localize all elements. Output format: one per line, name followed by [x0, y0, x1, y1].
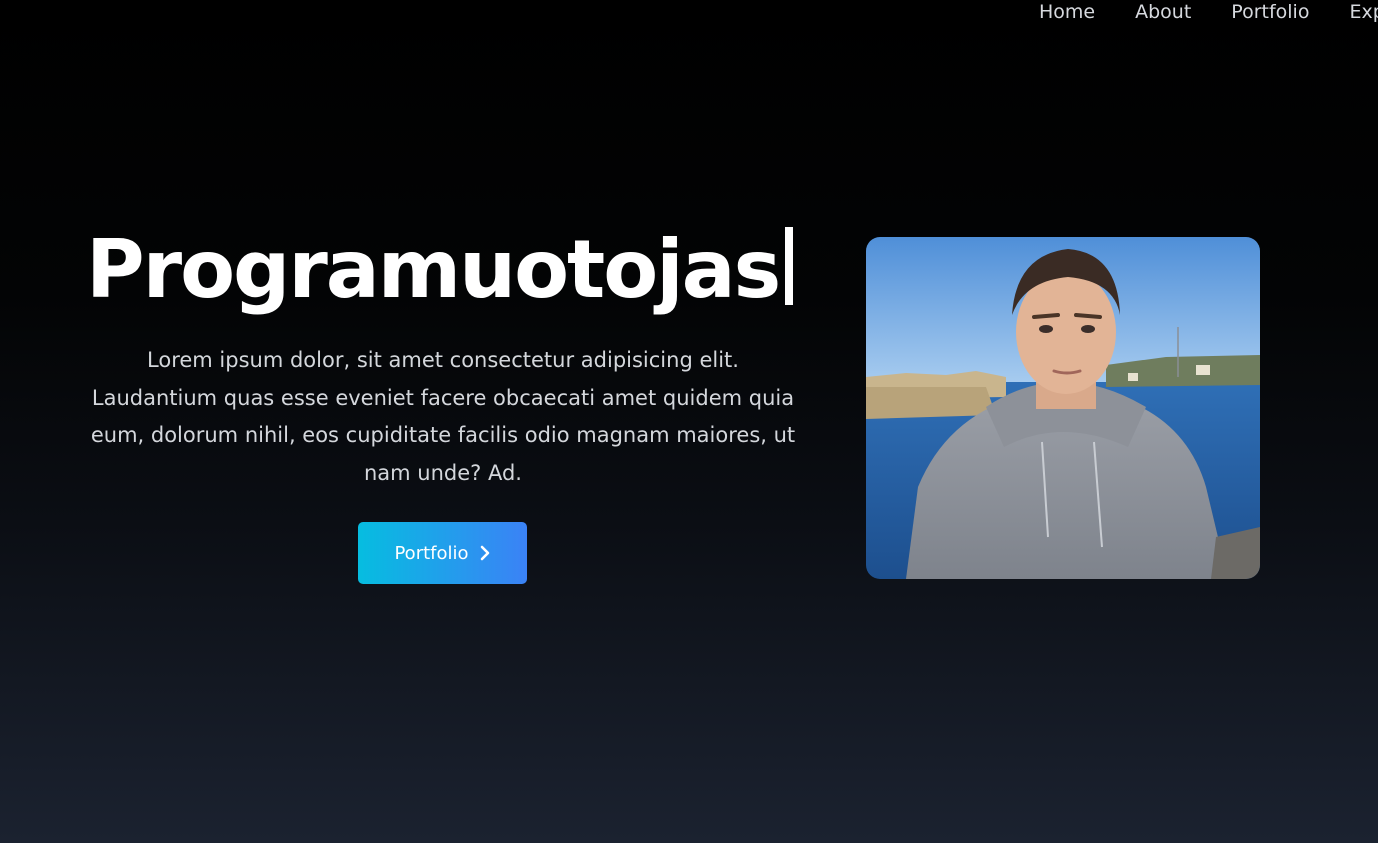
portfolio-button-label: Portfolio: [394, 542, 469, 564]
nav-link-about[interactable]: About: [1135, 1, 1191, 23]
nav-link-portfolio[interactable]: Portfolio: [1231, 1, 1309, 23]
typing-cursor: [785, 227, 794, 305]
hero-title: Programuotojas: [86, 222, 794, 318]
nav-link-experience[interactable]: Exp: [1349, 1, 1378, 23]
hero-description: Lorem ipsum dolor, sit amet consectetur …: [90, 348, 796, 485]
chevron-right-icon: [479, 545, 491, 561]
top-navigation: Home About Portfolio Exp: [1039, 0, 1378, 24]
portfolio-button[interactable]: Portfolio: [358, 522, 527, 584]
profile-photo: [866, 237, 1260, 579]
hero-title-text: Programuotojas: [86, 223, 781, 316]
nav-link-home[interactable]: Home: [1039, 1, 1095, 23]
